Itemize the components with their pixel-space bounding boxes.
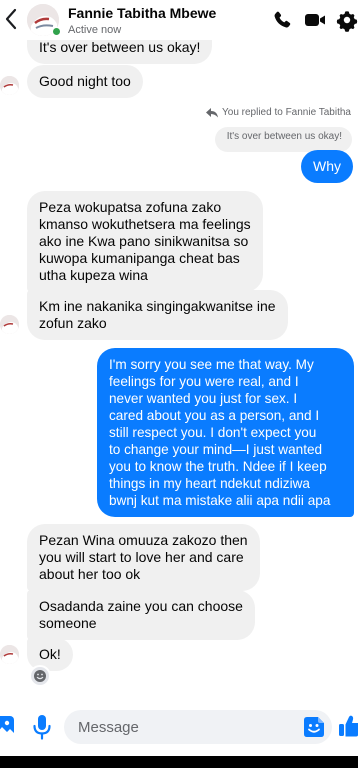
contact-avatar-small	[0, 76, 19, 95]
incoming-message[interactable]: Pezan Wina omuuza zakozo then you will s…	[27, 524, 260, 591]
incoming-message[interactable]: Good night too	[27, 65, 143, 98]
emoji-reaction-icon[interactable]	[29, 665, 51, 687]
system-navigation-bar	[0, 756, 358, 768]
incoming-message[interactable]: Osadanda zaine you can choose someone	[27, 590, 255, 640]
reply-indicator: You replied to Fannie Tabitha	[206, 107, 351, 118]
sticker-icon[interactable]	[303, 716, 325, 738]
outgoing-message[interactable]: Why	[301, 150, 353, 183]
video-camera-icon[interactable]	[303, 8, 327, 32]
chat-header: Fannie Tabitha Mbewe Active now	[0, 0, 358, 40]
contact-avatar-small	[0, 645, 19, 664]
contact-name[interactable]: Fannie Tabitha Mbewe	[68, 5, 216, 21]
message-input[interactable]	[64, 710, 332, 744]
reply-arrow-icon	[206, 107, 218, 117]
message-composer	[0, 700, 358, 756]
image-icon[interactable]	[0, 716, 14, 738]
replied-quote[interactable]: It's over between us okay!	[214, 127, 352, 152]
microphone-icon[interactable]	[32, 714, 52, 740]
phone-icon[interactable]	[271, 8, 293, 32]
incoming-message[interactable]: Peza wokupatsa zofuna zako kmanso wokuth…	[27, 191, 263, 292]
gear-icon[interactable]	[336, 8, 358, 32]
reply-label-text: You replied to Fannie Tabitha	[222, 107, 351, 118]
contact-avatar-small	[0, 315, 19, 334]
online-indicator	[52, 27, 61, 36]
incoming-message[interactable]: Km ine nakanika singingakwanitse ine zof…	[27, 290, 288, 340]
outgoing-message[interactable]: I'm sorry you see me that way. My feelin…	[97, 348, 354, 517]
back-arrow-icon[interactable]	[2, 6, 20, 32]
active-status: Active now	[68, 24, 122, 36]
thumbs-up-icon[interactable]	[338, 714, 358, 738]
